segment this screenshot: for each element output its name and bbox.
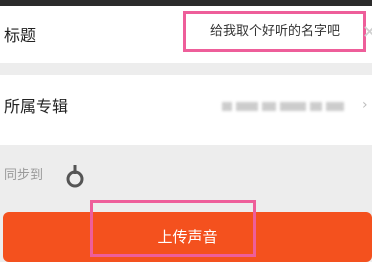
sync-label: 同步到: [4, 168, 44, 183]
clear-icon[interactable]: ✕: [362, 18, 372, 48]
sync-row: 同步到: [0, 145, 372, 205]
title-input[interactable]: [183, 11, 366, 52]
album-row[interactable]: 所属专辑 ›: [0, 75, 372, 145]
section-divider: [0, 63, 372, 75]
title-label: 标题: [4, 26, 37, 45]
chevron-right-icon: ›: [362, 97, 368, 113]
title-row: 标题 ✕: [0, 6, 372, 63]
album-value-blurred: [222, 99, 362, 113]
album-label: 所属专辑: [4, 97, 69, 116]
sync-target-icon[interactable]: [64, 163, 86, 189]
upload-highlight-box: [90, 200, 256, 257]
